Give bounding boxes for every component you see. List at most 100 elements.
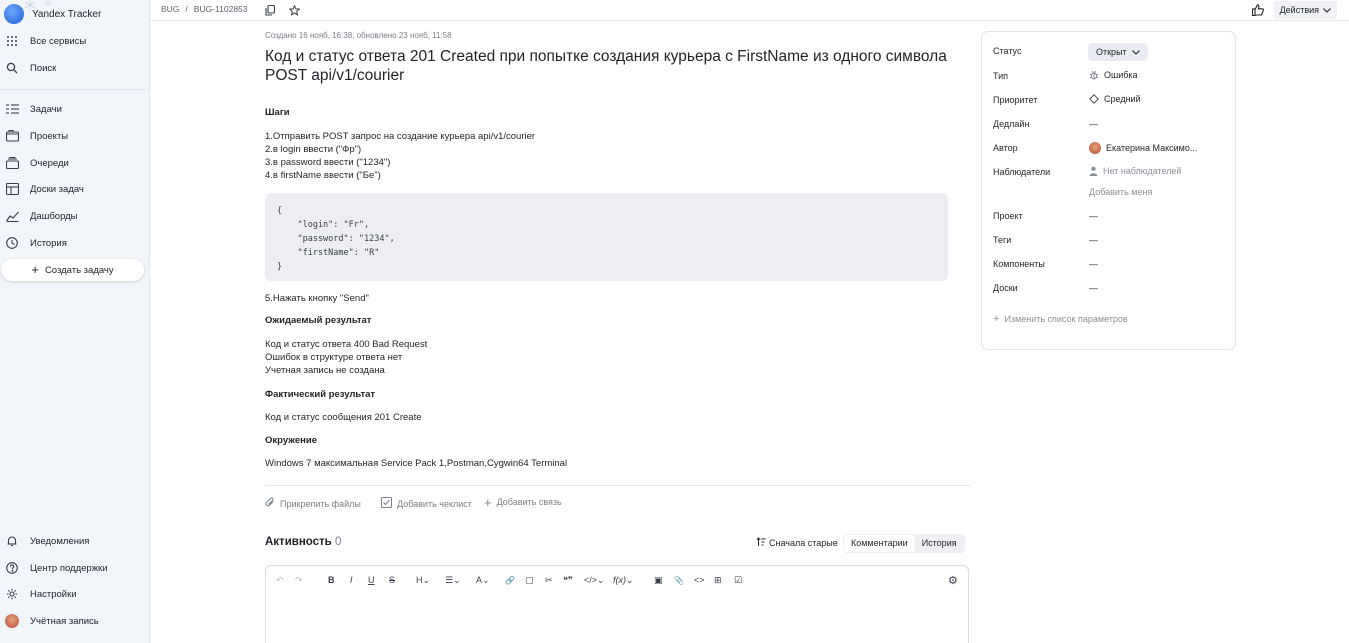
sort-icon	[756, 537, 766, 549]
search-icon	[5, 61, 19, 75]
attach-files-button[interactable]: Прикрепить файлы	[265, 497, 361, 510]
attach-icon[interactable]: 📎	[674, 574, 684, 586]
formula-dropdown[interactable]: f(x) ⌄	[613, 574, 634, 586]
create-task-button[interactable]: + Создать задачу	[1, 259, 144, 281]
quote-icon[interactable]: ❝❞	[563, 574, 573, 586]
edit-parameters-button[interactable]: + Изменить список параметров	[993, 313, 1128, 325]
image-icon[interactable]: ▣	[654, 574, 663, 586]
link-icon[interactable]: 🔗	[505, 574, 515, 586]
plus-icon: +	[993, 313, 1000, 325]
edit-parameters-label: Изменить список параметров	[1004, 314, 1128, 324]
code-block-dropdown[interactable]: </> ⌄	[584, 574, 605, 586]
sidebar: Yandex Tracker Все сервисы Поиск Задачи	[0, 0, 150, 643]
text-color-dropdown[interactable]: A ⌄	[476, 574, 490, 586]
tab-history[interactable]: История	[915, 535, 964, 552]
text-color-icon: A	[476, 575, 483, 585]
expected-line-1: Код и статус ответа 400 Bad Request	[265, 339, 428, 350]
sidebar-item-label: Уведомления	[30, 535, 90, 547]
table-icon[interactable]: ⊞	[714, 574, 722, 586]
heading-dropdown[interactable]: H ⌄	[416, 574, 430, 586]
actions-label: Действия	[1279, 5, 1319, 15]
sort-order-button[interactable]: Сначала старые	[756, 537, 838, 549]
sidebar-item-projects[interactable]: Проекты	[5, 127, 145, 145]
note-icon[interactable]: ▢	[525, 574, 534, 586]
plus-icon: +	[31, 262, 39, 277]
strikethrough-button[interactable]: S	[389, 574, 395, 586]
status-dropdown[interactable]: Открыт	[1088, 43, 1148, 61]
sidebar-item-dashboards[interactable]: Дашборды	[5, 207, 145, 225]
sidebar-item-tasks[interactable]: Задачи	[5, 100, 145, 118]
priority-value: Средний	[1104, 94, 1141, 104]
editor-settings-icon[interactable]: ⚙	[948, 574, 958, 587]
sidebar-item-label: Задачи	[30, 103, 62, 115]
paperclip-icon	[265, 497, 275, 510]
issue-meta: Создано 16 нояб, 16:38, обновлено 23 ноя…	[265, 31, 452, 40]
components-label: Компоненты	[993, 259, 1045, 269]
content-divider	[265, 485, 970, 486]
plus-icon: +	[484, 494, 492, 510]
tags-label: Теги	[993, 235, 1012, 245]
code-icon[interactable]: <>	[694, 574, 705, 586]
sidebar-item-all-services[interactable]: Все сервисы	[5, 32, 145, 50]
brand[interactable]: Yandex Tracker	[4, 4, 101, 24]
sidebar-item-settings[interactable]: Настройки	[5, 585, 145, 603]
watchers-value: Нет наблюдателей	[1103, 166, 1182, 176]
expected-heading: Ожидаемый результат	[265, 315, 372, 326]
author-field[interactable]: Екатерина Максимо...	[1089, 142, 1197, 154]
formula-icon: f(x)	[613, 575, 626, 585]
steps-heading: Шаги	[265, 107, 290, 118]
checkbox-icon[interactable]: ☑	[734, 574, 742, 586]
thumbs-up-icon[interactable]	[1251, 3, 1265, 17]
history-icon	[5, 236, 19, 250]
sidebar-item-support[interactable]: Центр поддержки	[5, 559, 145, 577]
step-5: 5.Нажать кнопку "Send"	[265, 293, 369, 304]
sidebar-item-history[interactable]: История	[5, 234, 145, 252]
step-3: 3.в password ввести ("1234")	[265, 157, 391, 168]
watchers-field[interactable]: Нет наблюдателей	[1089, 166, 1181, 176]
tab-comments[interactable]: Комментарии	[844, 535, 915, 552]
sidebar-item-label: Доски задач	[30, 183, 84, 195]
type-field[interactable]: Ошибка	[1089, 70, 1138, 80]
deadline-value[interactable]: —	[1089, 119, 1098, 129]
redo-icon[interactable]: ↷	[295, 574, 303, 586]
sidebar-item-label: Проекты	[30, 130, 69, 142]
activity-heading: Активность 0	[265, 536, 341, 548]
add-link-button[interactable]: + Добавить связь	[484, 494, 562, 510]
issue-parameters-panel: Статус Открыт Тип Ошибка Приоритет Средн…	[981, 31, 1236, 350]
underline-button[interactable]: U	[368, 574, 375, 586]
sidebar-item-account[interactable]: Учётная запись	[5, 612, 145, 630]
cut-icon[interactable]: ✂	[545, 574, 553, 586]
bug-icon	[1089, 70, 1099, 80]
add-link-label: Добавить связь	[496, 497, 562, 507]
components-value[interactable]: —	[1089, 259, 1098, 269]
expected-line-2: Ошибок в структуре ответа нет	[265, 352, 403, 363]
issue-title[interactable]: Код и статус ответа 201 Created при попы…	[265, 47, 955, 85]
watchers-label: Наблюдатели	[993, 167, 1051, 177]
add-checklist-button[interactable]: Добавить чеклист	[381, 497, 472, 510]
star-icon[interactable]	[287, 3, 301, 17]
breadcrumb-queue[interactable]: BUG	[161, 4, 179, 14]
bold-button[interactable]: B	[328, 574, 335, 586]
queues-icon	[5, 156, 19, 170]
project-value[interactable]: —	[1089, 211, 1098, 221]
sidebar-item-queues[interactable]: Очереди	[5, 154, 145, 172]
actions-button[interactable]: Действия	[1273, 1, 1337, 19]
breadcrumb-issue[interactable]: BUG-1102853	[194, 4, 248, 14]
code-block: { "login": "Fr", "password": "1234", "fi…	[265, 193, 948, 281]
boards-value[interactable]: —	[1089, 283, 1098, 293]
comment-editor[interactable]: ↶ ↷ B I U S H ⌄ ☰ ⌄ A ⌄ 🔗 ▢ ✂ ❝❞ </> ⌄ f(x) ⌄…	[265, 565, 969, 643]
heading-label: H	[416, 575, 423, 585]
sidebar-item-boards[interactable]: Доски задач	[5, 180, 145, 198]
sidebar-item-notifications[interactable]: Уведомления	[5, 532, 145, 550]
undo-icon[interactable]: ↶	[276, 574, 284, 586]
italic-button[interactable]: I	[350, 574, 353, 586]
add-me-button[interactable]: Добавить меня	[1089, 187, 1152, 197]
tags-value[interactable]: —	[1089, 235, 1098, 245]
copy-icon[interactable]	[263, 3, 277, 17]
top-bar: BUG / BUG-1102853 Действия	[150, 0, 1349, 21]
list-dropdown[interactable]: ☰ ⌄	[445, 574, 461, 586]
priority-field[interactable]: Средний	[1089, 94, 1141, 104]
list-icon: ☰	[445, 574, 454, 585]
diamond-icon	[1089, 94, 1099, 104]
sidebar-item-search[interactable]: Поиск	[5, 59, 145, 77]
